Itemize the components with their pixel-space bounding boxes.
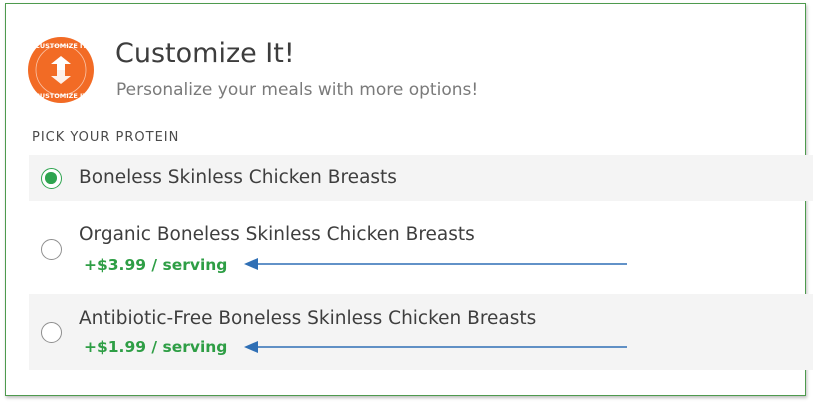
annotation-arrow-icon xyxy=(244,341,627,353)
page-title: Customize It! xyxy=(115,38,295,69)
customize-panel: CUSTOMIZE IT CUSTOMIZE IT Customize It! … xyxy=(5,3,813,396)
radio-button[interactable] xyxy=(41,322,62,343)
protein-option-antibiotic-free[interactable]: Antibiotic-Free Boneless Skinless Chicke… xyxy=(29,294,813,370)
svg-text:CUSTOMIZE IT: CUSTOMIZE IT xyxy=(35,42,87,50)
annotation-arrow-icon xyxy=(244,258,627,270)
radio-button-selected[interactable] xyxy=(41,168,62,189)
protein-option-organic[interactable]: Organic Boneless Skinless Chicken Breast… xyxy=(29,211,813,283)
option-label: Antibiotic-Free Boneless Skinless Chicke… xyxy=(79,308,537,329)
svg-text:CUSTOMIZE IT: CUSTOMIZE IT xyxy=(35,92,87,100)
option-label: Organic Boneless Skinless Chicken Breast… xyxy=(79,224,475,245)
option-price: +$1.99 / serving xyxy=(84,338,228,356)
option-label: Boneless Skinless Chicken Breasts xyxy=(79,167,397,188)
radio-button[interactable] xyxy=(41,239,62,260)
page-subtitle: Personalize your meals with more options… xyxy=(116,80,479,100)
section-label: PICK YOUR PROTEIN xyxy=(32,130,180,145)
customize-it-badge-icon: CUSTOMIZE IT CUSTOMIZE IT xyxy=(28,37,94,103)
protein-option-boneless[interactable]: Boneless Skinless Chicken Breasts xyxy=(29,155,813,201)
option-price: +$3.99 / serving xyxy=(84,256,228,274)
